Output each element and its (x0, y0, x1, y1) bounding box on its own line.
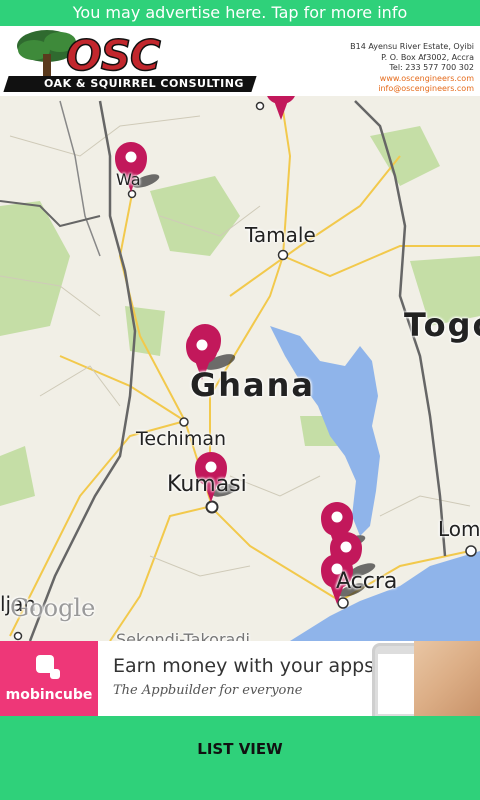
map-label-kumasi: Kumasi (167, 472, 247, 497)
map-label-tamale: Tamale (245, 223, 316, 247)
website-link[interactable]: www.oscengineers.com (350, 74, 474, 85)
country-border (59, 100, 101, 257)
logo-subtitle: OAK & SQUIRREL CONSULTING (44, 77, 244, 90)
list-view-button[interactable]: LIST VIEW (0, 716, 480, 800)
address-line: P. O. Box Af3002, Accra (381, 52, 474, 62)
town-marker (255, 101, 265, 111)
logo-text: OSC (65, 31, 161, 80)
town-marker-accra (337, 597, 349, 609)
park-area (0, 446, 35, 506)
town-marker-kumasi (205, 500, 219, 514)
park-area (150, 176, 240, 256)
banner-title: Earn money with your apps (113, 655, 375, 677)
map-label-togo: Togo (404, 306, 480, 344)
top-ad-bar[interactable]: You may advertise here. Tap for more inf… (0, 0, 480, 26)
mobincube-icon (36, 655, 60, 679)
map-label-techiman: Techiman (136, 428, 227, 450)
map-label-partial-bottom: Sekondi-Takoradi (116, 630, 250, 641)
town-marker-lome (465, 545, 477, 557)
town-marker-techiman (179, 417, 189, 427)
map-pin-north[interactable] (265, 96, 297, 120)
banner-subtitle: The Appbuilder for everyone (113, 683, 303, 698)
mobincube-ad-banner[interactable]: mobincube Earn money with your apps The … (0, 641, 480, 716)
map-label-wa: Wa (116, 170, 141, 189)
footer-bar: LIST VIEW (0, 716, 480, 800)
mobincube-brand: mobincube (5, 687, 93, 703)
map-view[interactable]: Tamale Togo Ghana Techiman Kumasi Wa Acc… (0, 96, 480, 641)
smiling-woman-image (414, 641, 480, 716)
email-link[interactable]: info@oscengineers.com (350, 84, 474, 95)
company-header: OSC OAK & SQUIRREL CONSULTING B14 Ayensu… (0, 26, 480, 96)
park-area (0, 201, 70, 336)
map-label-ghana: Ghana (190, 366, 316, 404)
map-label-lome: Lom (438, 517, 480, 541)
map-label-accra: Accra (336, 569, 398, 594)
town-marker (13, 631, 23, 641)
google-attribution: Google (10, 594, 96, 622)
mobincube-logo: mobincube (0, 641, 98, 716)
park-area (370, 126, 440, 186)
address-line: Tel: 233 577 700 302 (389, 63, 474, 72)
town-marker-wa (127, 189, 137, 199)
company-address: B14 Ayensu River Estate, Oyibi P. O. Box… (350, 42, 474, 95)
ocean (290, 551, 480, 641)
town-marker-tamale (277, 249, 289, 261)
address-line: B14 Ayensu River Estate, Oyibi (350, 42, 474, 51)
